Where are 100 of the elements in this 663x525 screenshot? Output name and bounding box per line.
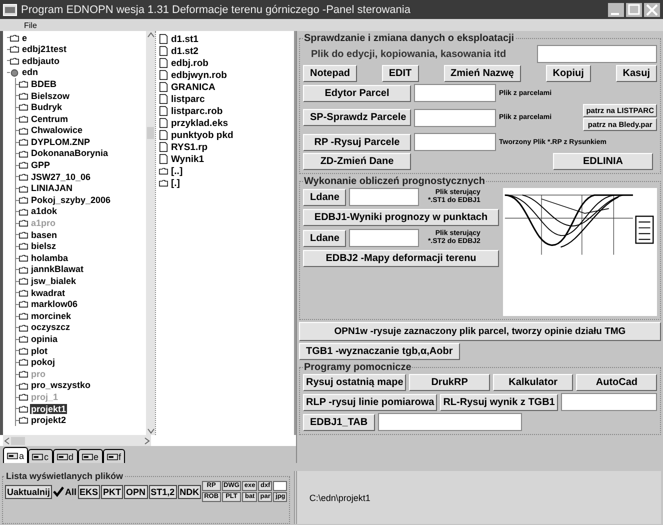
action-button[interactable]: DrukRP: [409, 374, 490, 391]
folder-item[interactable]: pokoj: [30, 357, 56, 368]
input-field[interactable]: [560, 393, 657, 411]
action-button[interactable]: Ldane: [303, 230, 346, 246]
filter-option[interactable]: All: [65, 486, 77, 496]
file-entry[interactable]: listparc: [171, 94, 205, 104]
action-button[interactable]: EDIT: [382, 65, 419, 82]
drive-tab[interactable]: d: [52, 449, 78, 463]
action-button[interactable]: Kopiuj: [546, 65, 591, 82]
action-button[interactable]: EDBJ2 -Mapy deformacji terenu: [303, 250, 499, 267]
input-field[interactable]: [273, 481, 288, 491]
folder-item[interactable]: plot: [30, 346, 48, 356]
input-field[interactable]: [537, 45, 657, 63]
folder-item[interactable]: JSW27_10_06: [30, 172, 92, 182]
folder-item[interactable]: DokonanaBorynia: [30, 148, 110, 159]
folder-item[interactable]: BDEB: [30, 78, 58, 90]
action-button[interactable]: Ldane: [303, 188, 346, 206]
input-field[interactable]: [414, 84, 496, 102]
folder-item[interactable]: basen: [30, 230, 58, 240]
input-field[interactable]: [378, 413, 522, 431]
scroll-thumb[interactable]: [11, 436, 25, 444]
folder-item[interactable]: Centrum: [30, 114, 70, 124]
action-button[interactable]: Edytor Parcel: [303, 84, 411, 102]
file-entry[interactable]: d1.st2: [171, 46, 198, 56]
folder-item[interactable]: GPP: [30, 160, 52, 171]
folder-item[interactable]: projekt2: [30, 415, 68, 426]
open-folder-icon[interactable]: [10, 68, 19, 77]
filter-button[interactable]: NDK: [178, 484, 202, 498]
folder-item[interactable]: Pokoj_szyby_2006: [30, 194, 112, 206]
folder-item[interactable]: LINIAJAN: [30, 183, 74, 194]
file-entry[interactable]: edbjwyn.rob: [171, 70, 227, 80]
action-button[interactable]: EDBJ1_TAB: [303, 414, 375, 430]
drive-tab[interactable]: f: [102, 449, 126, 463]
folder-item[interactable]: e: [21, 32, 28, 44]
folder-item[interactable]: jsw_bialek: [30, 276, 78, 287]
drive-tab[interactable]: a: [3, 447, 28, 463]
input-field[interactable]: [349, 229, 420, 247]
action-button[interactable]: Zmień Nazwę: [444, 65, 521, 82]
folder-item[interactable]: bielsz: [30, 241, 58, 252]
scrollbar[interactable]: [3, 435, 151, 446]
drive-tab[interactable]: e: [78, 449, 103, 463]
file-entry[interactable]: Wynik1: [171, 154, 204, 164]
action-button[interactable]: Notepad: [303, 65, 357, 82]
file-entry[interactable]: GRANICA: [171, 82, 216, 92]
menu-item[interactable]: File: [24, 20, 37, 30]
file-entry[interactable]: punktyob pkd: [171, 130, 234, 140]
action-button[interactable]: TGB1 -wyznaczanie tgb,α,Aobr: [299, 343, 460, 360]
folder-item[interactable]: kwadrat: [30, 288, 66, 298]
folder-item[interactable]: Budryk: [30, 102, 64, 113]
action-button[interactable]: EDLINIA: [553, 153, 653, 170]
action-button[interactable]: SP-Sprawdz Parcele: [303, 109, 411, 126]
folder-item[interactable]: a1dok: [30, 206, 58, 217]
folder-item[interactable]: opinia: [30, 334, 58, 344]
filter-button[interactable]: ST1,2: [148, 484, 177, 498]
action-button[interactable]: RL-Rysuj wynik z TGB1: [440, 394, 558, 410]
folder-item[interactable]: Chwalowice: [30, 125, 84, 136]
file-entry[interactable]: d1.st1: [171, 34, 198, 44]
filter-button[interactable]: OPN: [124, 484, 148, 498]
file-entry[interactable]: [.]: [171, 178, 180, 188]
folder-item[interactable]: edn: [21, 67, 40, 78]
file-entry[interactable]: przyklad.eks: [171, 118, 228, 128]
folder-item[interactable]: projekt1: [30, 404, 68, 414]
scroll-thumb[interactable]: [147, 127, 154, 139]
action-button[interactable]: ZD-Zmień Dane: [303, 153, 411, 170]
action-button[interactable]: Kalkulator: [492, 374, 574, 391]
folder-item[interactable]: morcinek: [30, 310, 72, 322]
scroll-up-icon[interactable]: [146, 31, 154, 39]
folder-item[interactable]: DYPLOM.ZNP: [30, 136, 92, 148]
folder-item[interactable]: edbj21test: [21, 44, 68, 55]
scroll-down-icon[interactable]: [146, 427, 154, 435]
file-entry[interactable]: edbj.rob: [171, 58, 208, 68]
input-field[interactable]: [349, 188, 420, 206]
folder-item[interactable]: holamba: [30, 252, 70, 264]
action-button[interactable]: Kasuj: [616, 65, 657, 82]
folder-item[interactable]: edbjauto: [21, 56, 60, 66]
maximize-icon[interactable]: [626, 2, 642, 16]
action-button[interactable]: RP -Rysuj Parcele: [303, 134, 411, 150]
input-field[interactable]: [414, 133, 496, 151]
file-entry[interactable]: listparc.rob: [171, 106, 223, 116]
folder-item[interactable]: jannkBlawat: [30, 264, 85, 275]
file-entry[interactable]: [..]: [171, 166, 183, 176]
scroll-left-icon[interactable]: [3, 436, 11, 444]
action-button[interactable]: Rysuj ostatnią mape: [303, 374, 406, 391]
close-icon[interactable]: [644, 2, 660, 16]
folder-item[interactable]: pro_wszystko: [30, 380, 92, 391]
filter-button[interactable]: EKS: [78, 484, 100, 498]
action-button[interactable]: EDBJ1-Wyniki prognozy w punktach: [303, 209, 499, 226]
action-button[interactable]: RLP -rysuj linie pomiarowa: [303, 394, 438, 410]
scrollbar[interactable]: [146, 31, 155, 435]
drive-tab[interactable]: c: [28, 449, 53, 463]
action-button[interactable]: OPN1w -rysuje zaznaczony plik parcel, tworzy opinie działu TMG: [299, 322, 661, 341]
minimize-icon[interactable]: [608, 2, 624, 16]
action-button[interactable]: AutoCad: [576, 374, 657, 391]
file-entry[interactable]: RYS1.rp: [171, 142, 208, 152]
refresh-button[interactable]: Uaktualnij: [5, 484, 52, 498]
scroll-right-icon[interactable]: [143, 436, 151, 444]
filter-button[interactable]: PKT: [101, 484, 124, 498]
folder-item[interactable]: Bielszow: [30, 90, 71, 102]
folder-item[interactable]: marklow06: [30, 299, 79, 310]
input-field[interactable]: [414, 108, 496, 126]
